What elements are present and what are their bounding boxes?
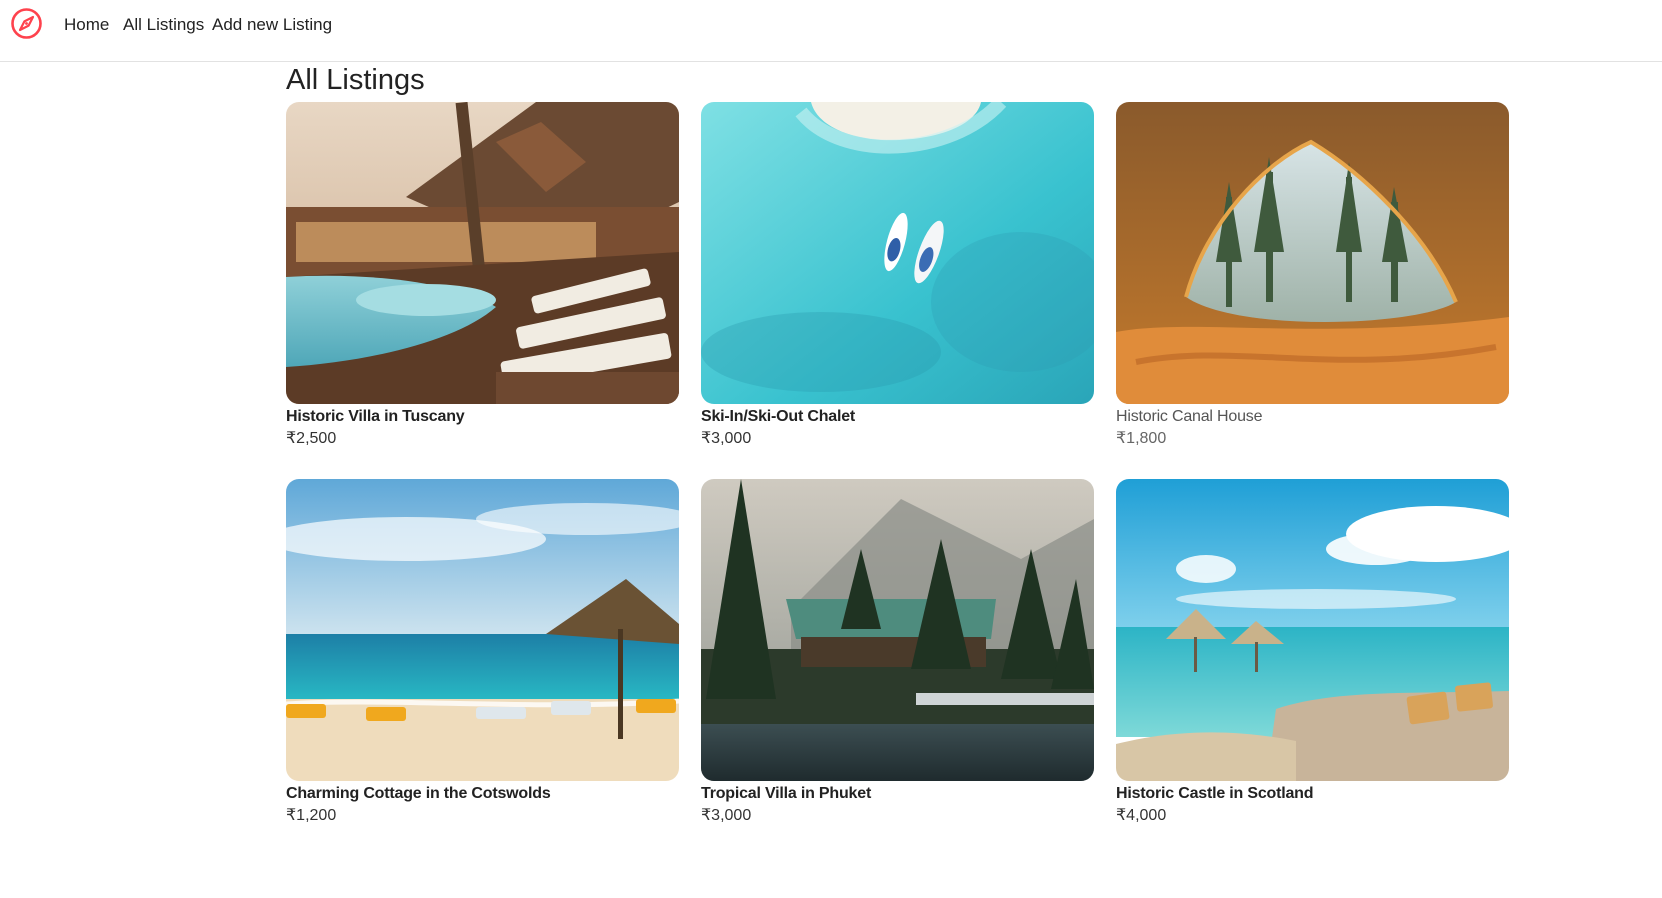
listing-price: ₹1,200 [286, 807, 337, 824]
listing-price: ₹4,000 [1116, 807, 1167, 824]
listing-image [286, 479, 679, 781]
navbar: Home All Listings Add new Listing [0, 0, 1662, 62]
listing-price: ₹3,000 [701, 807, 752, 824]
listing-title: Historic Castle in Scotland [1116, 785, 1314, 802]
nav-link-add-new-listing[interactable]: Add new Listing [212, 14, 332, 36]
compass-icon[interactable] [10, 7, 43, 40]
listing-card[interactable]: Ski-In/Ski-Out Chalet ₹3,000 [701, 102, 1094, 449]
listing-card[interactable]: Tropical Villa in Phuket ₹3,000 [701, 479, 1094, 826]
listing-image [286, 102, 679, 404]
nav-link-all-listings[interactable]: All Listings [123, 14, 204, 36]
listing-price: ₹2,500 [286, 430, 337, 447]
listing-card[interactable]: Historic Canal House ₹1,800 [1116, 102, 1509, 449]
listing-image [1116, 102, 1509, 404]
listing-title: Tropical Villa in Phuket [701, 785, 872, 802]
listing-image [701, 102, 1094, 404]
listing-title: Historic Canal House [1116, 408, 1263, 425]
listing-card[interactable]: Charming Cottage in the Cotswolds ₹1,200 [286, 479, 679, 826]
listing-card[interactable]: Historic Castle in Scotland ₹4,000 [1116, 479, 1509, 826]
listing-image [1116, 479, 1509, 781]
nav-link-home[interactable]: Home [64, 14, 109, 36]
listing-price: ₹3,000 [701, 430, 752, 447]
page-title: All Listings [286, 64, 425, 96]
listing-card[interactable]: Historic Villa in Tuscany ₹2,500 [286, 102, 679, 449]
listing-title: Historic Villa in Tuscany [286, 408, 465, 425]
listing-title: Ski-In/Ski-Out Chalet [701, 408, 856, 425]
listing-image [701, 479, 1094, 781]
listing-title: Charming Cottage in the Cotswolds [286, 785, 551, 802]
listing-price: ₹1,800 [1116, 430, 1167, 447]
